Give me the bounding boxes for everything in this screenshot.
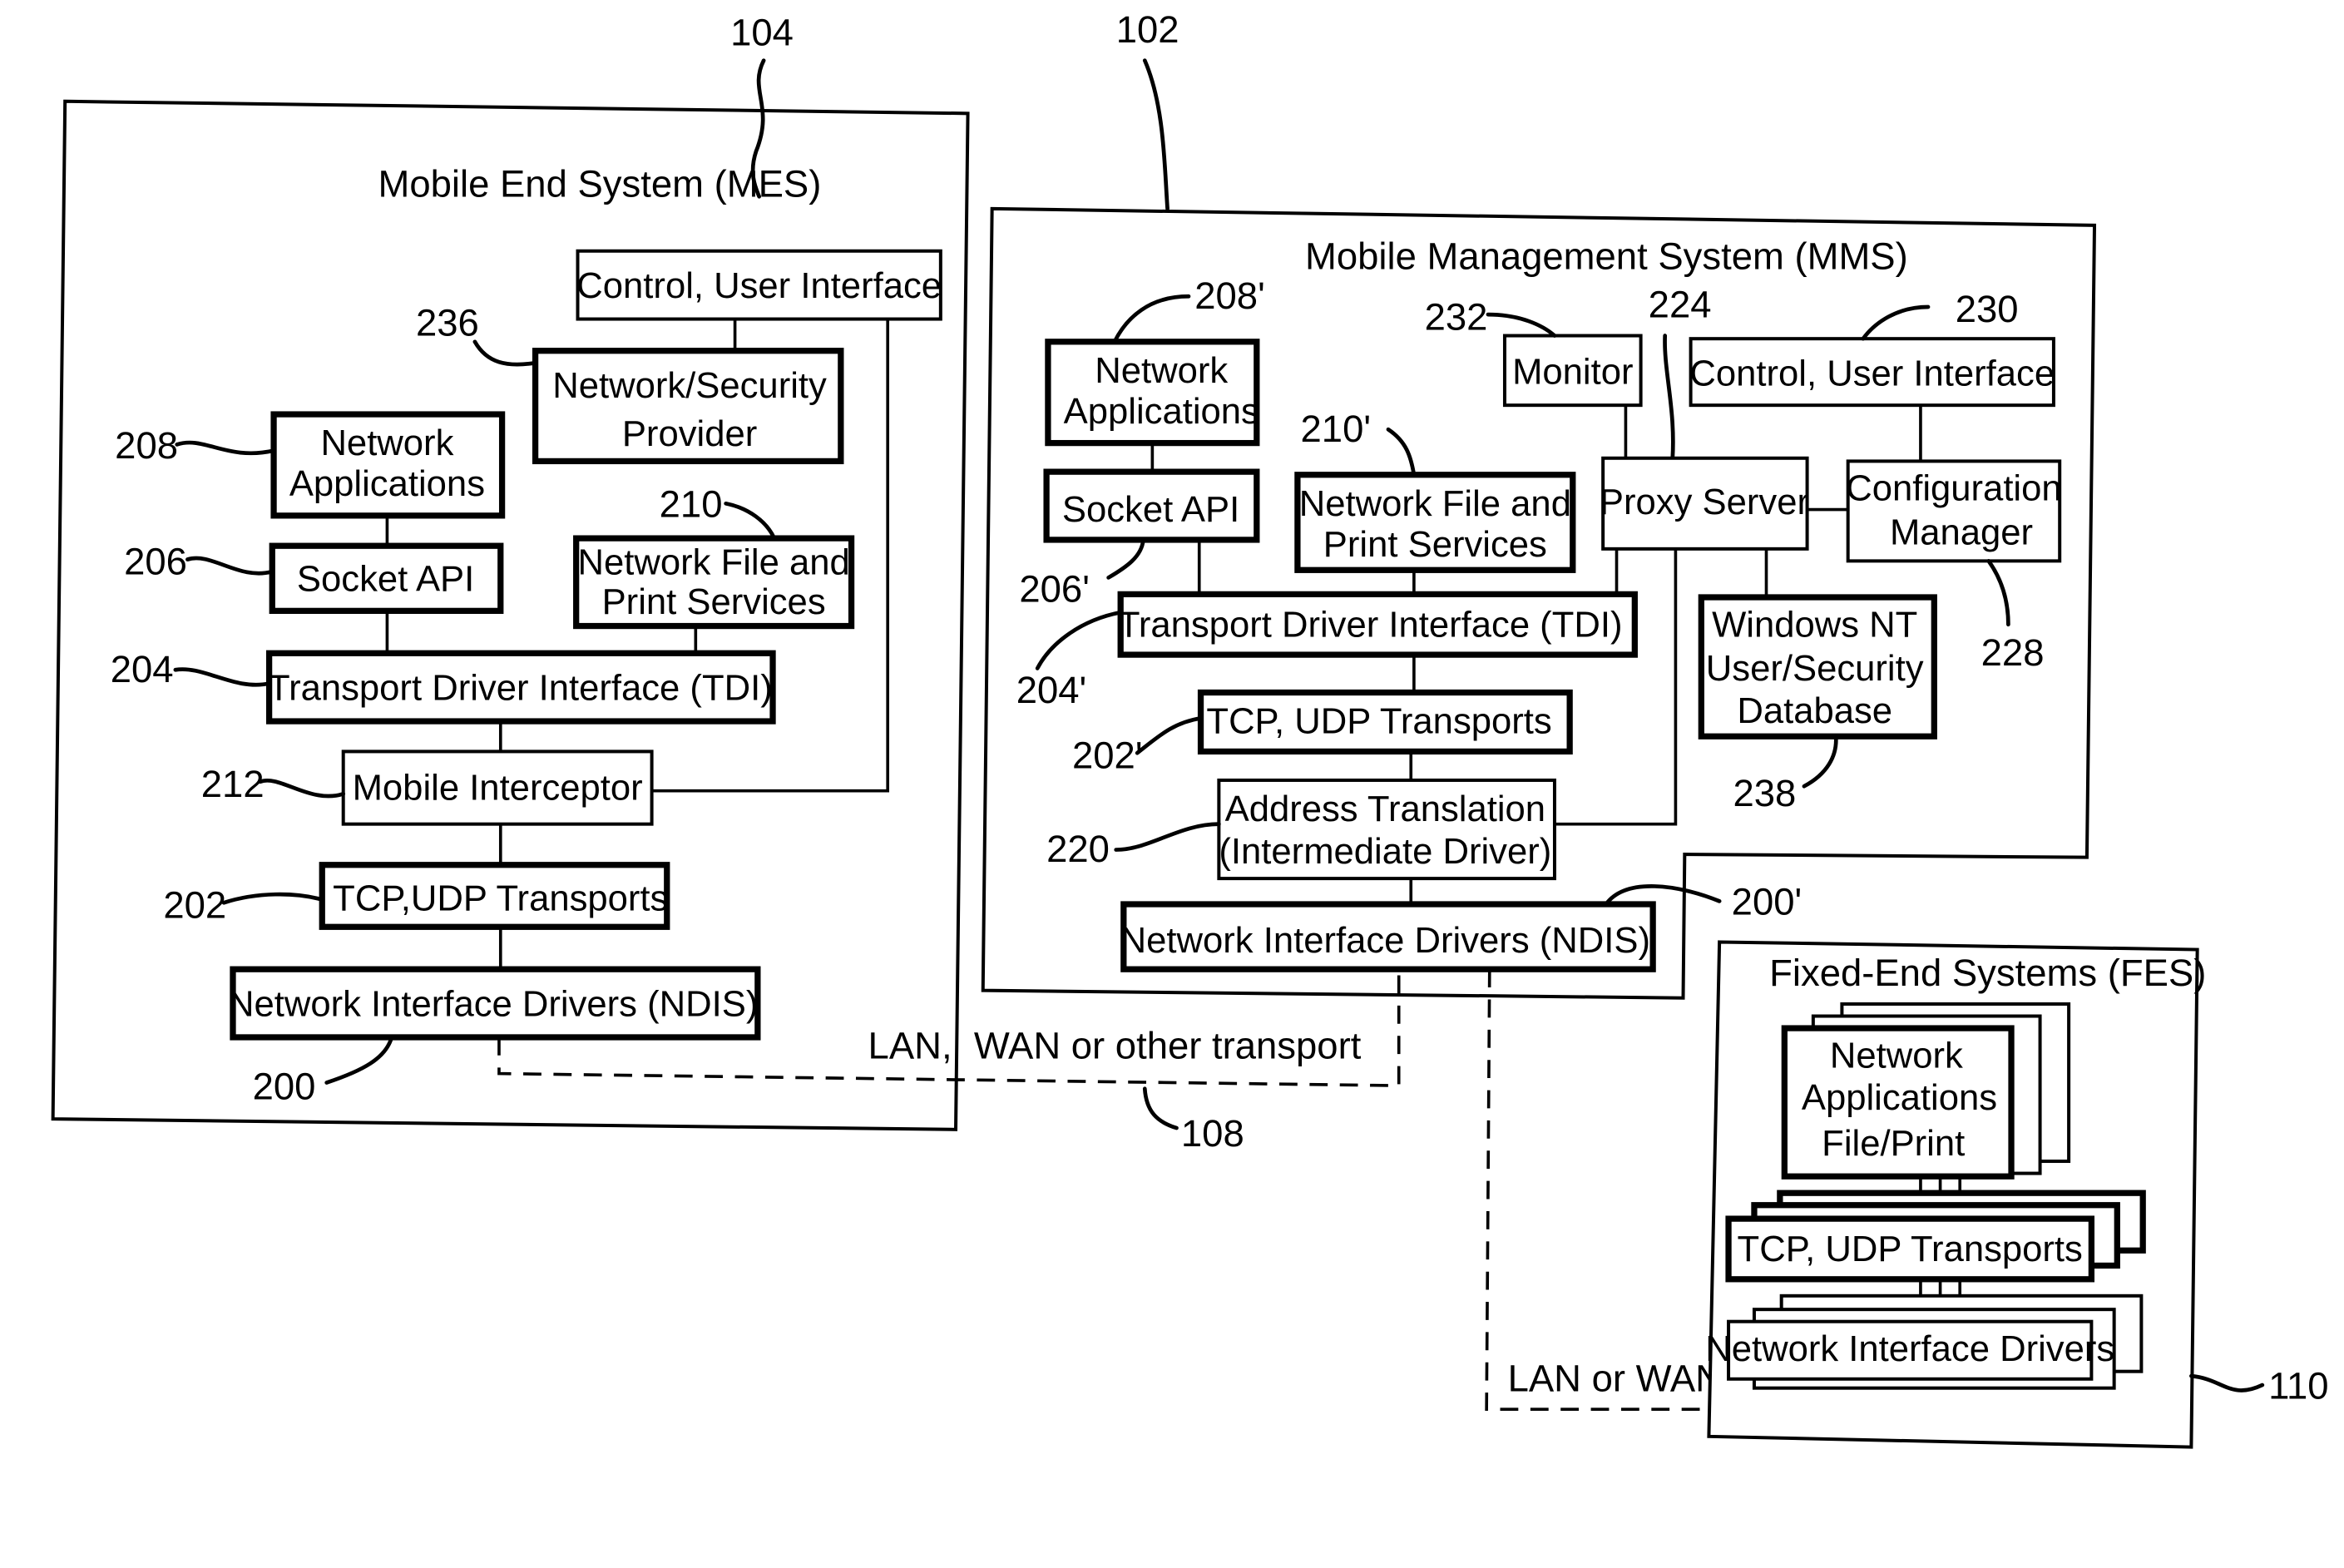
mms-ref-238: 238 (1733, 772, 1797, 814)
mes-tdi-box[interactable]: Transport Driver Interface (TDI) (265, 650, 776, 725)
mms-config-manager-box[interactable]: Configuration Manager (1846, 459, 2062, 563)
fes-ref-110: 110 (2268, 1364, 2328, 1407)
fes-tcp-udp-label: TCP, UDP Transports (1738, 1229, 2083, 1269)
mms-socket-api-box[interactable]: Socket API (1043, 468, 1260, 543)
mms-winnt-db-label-1: Windows NT (1712, 605, 1917, 645)
wan-leader-108 (1142, 1086, 1179, 1130)
mes-socket-api-label: Socket API (297, 560, 474, 600)
mes-tcp-udp-box[interactable]: TCP,UDP Transports (319, 862, 670, 930)
mms-address-translation-label-2: (Intermediate Driver) (1219, 832, 1551, 872)
mms-winnt-db-label-2: User/Security (1706, 649, 1924, 689)
mms-file-print-label-2: Print Services (1323, 525, 1547, 565)
mes-ndis-box[interactable]: Network Interface Drivers (NDIS) (228, 966, 761, 1041)
mms-tcp-udp-label: TCP, UDP Transports (1206, 702, 1551, 742)
mms-file-print-label-1: Network File and (1299, 484, 1571, 524)
mms-ref-208p: 208' (1194, 275, 1265, 317)
mms-file-print-box[interactable]: Network File and Print Services (1294, 472, 1576, 573)
mms-ref-210p: 210' (1301, 408, 1372, 450)
mes-control-ui-label: Control, User Interface (576, 266, 942, 306)
mms-network-apps-label-1: Network (1095, 351, 1228, 391)
mes-ref-206: 206 (124, 541, 187, 583)
mms-control-ui-label: Control, User Interface (1689, 354, 2055, 394)
fes-group: Fixed-End Systems (FES) 110 Network Appl… (1705, 940, 2329, 1449)
system-architecture-diagram: 104 Mobile End System (MES) Control, Use… (51, 8, 2329, 1449)
mms-tcp-udp-box[interactable]: TCP, UDP Transports (1197, 689, 1573, 755)
wan-ref-108: 108 (1181, 1112, 1244, 1155)
mes-ref-204: 204 (111, 648, 174, 690)
mes-interceptor-label: Mobile Interceptor (353, 769, 643, 809)
mms-ref-202p: 202' (1072, 734, 1143, 776)
wan-label-rest: WAN or other transport (974, 1024, 1362, 1066)
mes-group: 104 Mobile End System (MES) Control, Use… (51, 12, 970, 1131)
mms-config-manager-label-2: Manager (1890, 512, 2033, 552)
mms-ref-232: 232 (1425, 295, 1488, 338)
mms-ref-220: 220 (1046, 828, 1110, 870)
mms-address-translation-label-1: Address Translation (1225, 789, 1545, 829)
mes-network-security-label-1: Network/Security (552, 366, 827, 406)
mes-network-apps-label-2: Applications (289, 464, 485, 504)
mms-ref-leader (1142, 58, 1170, 211)
fes-apps-label-1: Network (1830, 1036, 1963, 1076)
mms-monitor-box[interactable]: Monitor (1502, 334, 1643, 408)
mms-ndis-label: Network Interface Drivers (NDIS) (1120, 921, 1650, 961)
fes-nid-stack[interactable]: Network Interface Drivers (1705, 1293, 2144, 1390)
mms-ref-206p: 206' (1019, 567, 1090, 610)
mms-group: 102 Mobile Management System (MMS) Netwo… (981, 8, 2097, 1000)
mes-control-ui-box[interactable]: Control, User Interface (576, 249, 942, 321)
mes-network-apps-box[interactable]: Network Applications (270, 411, 506, 519)
mes-network-apps-label-1: Network (320, 423, 453, 463)
mes-ref-200: 200 (253, 1066, 316, 1108)
mms-title: Mobile Management System (MMS) (1305, 235, 1908, 278)
mes-file-print-box[interactable]: Network File and Print Services (573, 535, 855, 630)
mms-network-apps-label-2: Applications (1064, 392, 1259, 432)
mes-interceptor-box[interactable]: Mobile Interceptor (341, 749, 654, 826)
fes-leader-110 (2189, 1373, 2265, 1392)
mms-winnt-db-label-3: Database (1737, 691, 1892, 731)
mes-tdi-label: Transport Driver Interface (TDI) (268, 669, 773, 709)
mms-winnt-db-box[interactable]: Windows NT User/Security Database (1698, 594, 1937, 739)
fes-apps-label-3: File/Print (1822, 1124, 1965, 1164)
mms-proxy-server-box[interactable]: Proxy Server (1600, 456, 1809, 551)
mes-ref-202: 202 (163, 883, 226, 926)
mms-monitor-label: Monitor (1512, 353, 1633, 393)
fes-title: Fixed-End Systems (FES) (1769, 952, 2206, 994)
fes-apps-stack[interactable]: Network Applications File/Print (1781, 1002, 2071, 1180)
mes-ref-210: 210 (660, 483, 723, 526)
wan-label-lan: LAN, (868, 1024, 952, 1066)
mms-ref-204p: 204' (1016, 669, 1087, 711)
mes-tcp-udp-label: TCP,UDP Transports (333, 878, 668, 918)
mms-ref-200p: 200' (1732, 881, 1803, 923)
mes-ref-label: 104 (730, 12, 794, 54)
mms-tdi-label: Transport Driver Interface (TDI) (1118, 605, 1623, 645)
mes-file-print-label-2: Print Services (602, 582, 826, 622)
mes-file-print-label-1: Network File and (578, 543, 850, 583)
mes-ref-236: 236 (416, 302, 479, 344)
mes-ref-208: 208 (115, 424, 178, 467)
mms-ndis-box[interactable]: Network Interface Drivers (NDIS) (1120, 901, 1656, 972)
mes-ndis-label: Network Interface Drivers (NDIS) (228, 985, 758, 1025)
mms-proxy-server-label: Proxy Server (1600, 482, 1809, 522)
mms-socket-api-label: Socket API (1062, 490, 1239, 530)
lan-label: LAN or WAN (1508, 1357, 1723, 1399)
mms-tdi-box[interactable]: Transport Driver Interface (TDI) (1117, 591, 1638, 658)
mes-network-security-label-2: Provider (622, 414, 757, 454)
fes-nid-label: Network Interface Drivers (1705, 1329, 2114, 1369)
mms-ref-228: 228 (1981, 631, 2045, 674)
mms-network-apps-box[interactable]: Network Applications (1045, 339, 1260, 447)
mes-socket-api-box[interactable]: Socket API (269, 542, 504, 615)
mms-ref-label: 102 (1116, 8, 1179, 51)
mms-control-ui-box[interactable]: Control, User Interface (1689, 337, 2055, 408)
mms-ref-224: 224 (1649, 284, 1712, 326)
mes-ref-212: 212 (201, 763, 265, 805)
mms-config-manager-label-1: Configuration (1846, 469, 2061, 509)
mes-title: Mobile End System (MES) (378, 162, 822, 205)
mms-ref-230: 230 (1956, 288, 2019, 330)
mes-network-security-box[interactable]: Network/Security Provider (532, 348, 844, 465)
mms-address-translation-box[interactable]: Address Translation (Intermediate Driver… (1217, 778, 1556, 881)
fes-apps-label-2: Applications (1802, 1078, 1997, 1118)
fes-tcp-udp-stack[interactable]: TCP, UDP Transports (1725, 1190, 2146, 1283)
